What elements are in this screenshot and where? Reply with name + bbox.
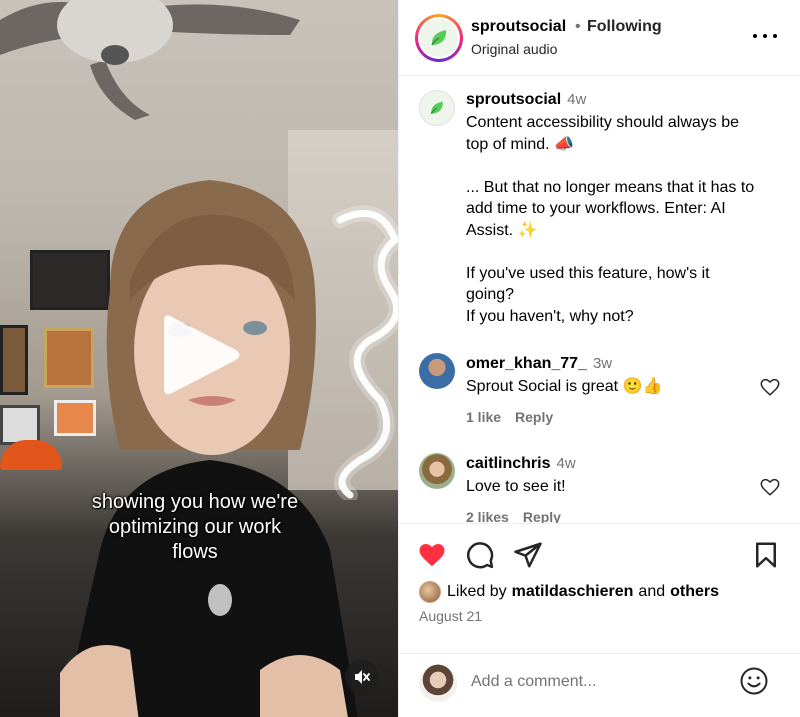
comment-username[interactable]: omer_khan_77_ — [466, 355, 587, 372]
reply-button[interactable]: Reply — [523, 509, 561, 523]
current-user-avatar[interactable] — [419, 664, 457, 702]
caption-text-line: If you haven't, why not? — [466, 307, 634, 325]
sprout-logo-icon — [431, 30, 447, 46]
header-separator: • — [575, 18, 581, 35]
audio-link[interactable]: Original audio — [471, 41, 557, 57]
caption-text-line — [466, 241, 786, 263]
play-icon[interactable] — [158, 310, 244, 400]
heart-icon[interactable] — [759, 376, 781, 398]
reply-button[interactable]: Reply — [515, 409, 553, 425]
comment-text: Sprout Social is great 🙂👍 — [466, 378, 663, 395]
caption-line: optimizing our work — [108, 516, 282, 538]
comment-time: 3w — [592, 355, 613, 372]
comments-list[interactable]: sproutsocial 4w Content accessibility sho… — [399, 77, 800, 523]
post-actions: Liked by matildaschieren and others Augu… — [399, 523, 800, 653]
comment-input[interactable] — [471, 670, 721, 694]
comment-username[interactable]: caitlinchris — [466, 455, 550, 472]
caption-text-line: top of mind. 📣 — [466, 135, 574, 153]
caption-text-line: Content accessibility should always be — [466, 114, 740, 131]
heart-icon[interactable] — [417, 540, 447, 570]
person-in-video — [60, 180, 358, 717]
bookmark-icon[interactable] — [751, 540, 781, 570]
comment-author: omer_khan_77_ 3w — [466, 355, 612, 373]
caption-text-line: ... But that no longer means that it has… — [466, 178, 755, 196]
emoji-icon[interactable] — [739, 666, 769, 696]
liked-by-and: and — [638, 583, 666, 600]
caption-text-line: going? — [466, 286, 515, 303]
caption-author: sproutsocial 4w — [466, 91, 586, 109]
more-icon[interactable] — [753, 28, 777, 44]
commenter-avatar[interactable] — [419, 453, 455, 489]
post-date: August 21 — [419, 608, 483, 624]
caption-text: Content accessibility should always be t… — [466, 112, 786, 327]
comment-time: 4w — [556, 455, 576, 472]
post-header: sproutsocial • Following Original audio — [399, 0, 800, 76]
liker-avatar — [419, 581, 441, 603]
caption-line: flows — [172, 541, 218, 563]
comment-meta: 1 like Reply — [466, 409, 567, 425]
author-username[interactable]: sproutsocial — [471, 18, 566, 36]
caption-line: showing you how we're — [91, 491, 299, 513]
post-panel: sproutsocial • Following Original audio … — [398, 0, 800, 717]
mute-button[interactable] — [345, 660, 379, 694]
caption-text-line — [466, 155, 786, 177]
liked-by[interactable]: Liked by matildaschieren and others — [419, 580, 719, 604]
comment-text: Love to see it! — [466, 478, 566, 495]
comment-likes[interactable]: 1 like — [466, 409, 501, 425]
author-avatar[interactable] — [415, 14, 463, 62]
caption-text-line: If you've used this feature, how's it — [466, 264, 710, 282]
mute-icon — [355, 670, 370, 684]
heart-icon[interactable] — [759, 476, 781, 498]
video-caption: showing you how we're optimizing our wor… — [60, 490, 330, 565]
share-icon[interactable] — [513, 540, 543, 570]
following-button[interactable]: Following — [587, 18, 662, 36]
ceiling-fan — [0, 0, 300, 120]
add-comment-bar — [399, 653, 800, 717]
caption-author-avatar[interactable] — [419, 90, 455, 126]
comment-icon[interactable] — [465, 540, 495, 570]
video-player[interactable]: showing you how we're optimizing our wor… — [0, 0, 398, 717]
sprout-logo-icon — [430, 101, 443, 115]
comment-likes[interactable]: 2 likes — [466, 509, 509, 523]
caption-time: 4w — [567, 91, 587, 108]
liked-by-user[interactable]: matildaschieren — [512, 583, 634, 601]
liked-by-others[interactable]: others — [670, 583, 719, 601]
caption-text-line: add time to your workflows. Enter: AI — [466, 200, 726, 217]
caption-text-line: Assist. ✨ — [466, 221, 538, 239]
commenter-avatar[interactable] — [419, 353, 455, 389]
caption-username[interactable]: sproutsocial — [466, 91, 561, 108]
liked-by-prefix: Liked by — [447, 583, 507, 600]
comment-meta: 2 likes Reply — [466, 509, 575, 523]
comment-author: caitlinchris 4w — [466, 455, 576, 473]
